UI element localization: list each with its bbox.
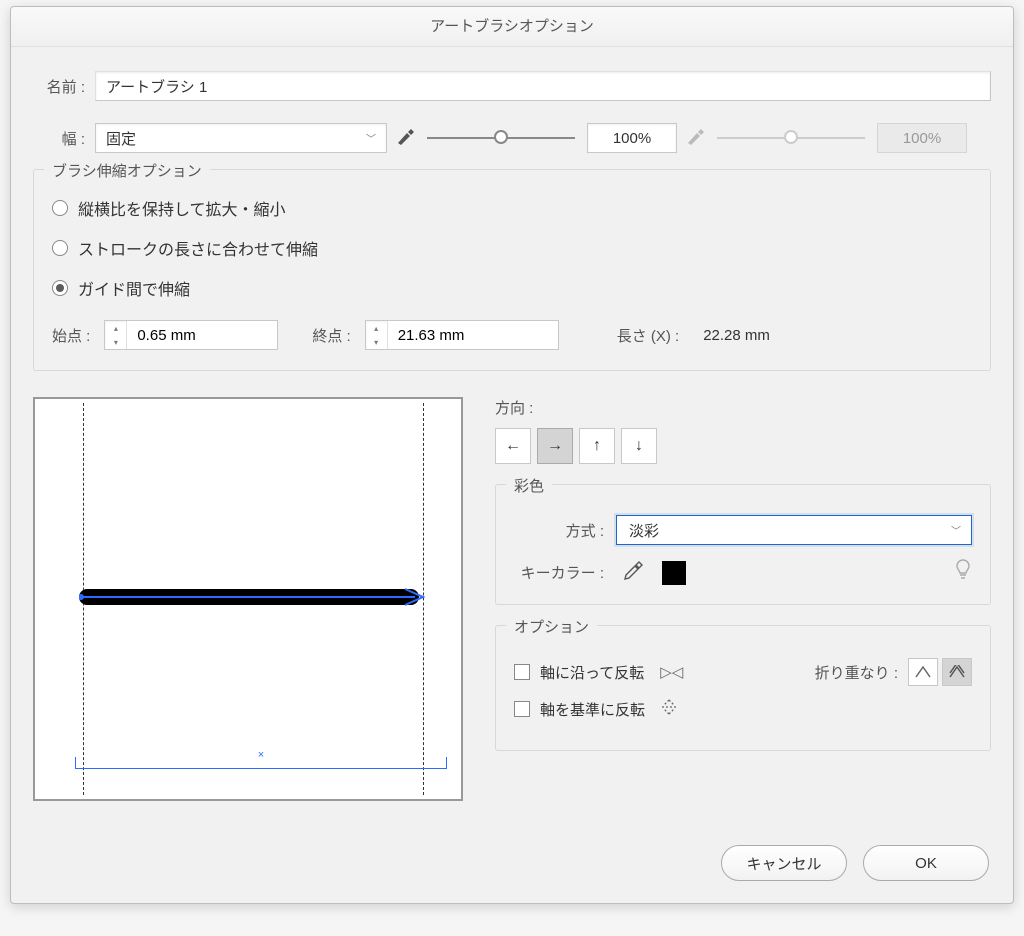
end-point-label: 終点 :: [312, 325, 350, 346]
flip-across-icon: [661, 698, 677, 720]
end-point-value[interactable]: [388, 321, 558, 349]
colorization-group: 彩色 方式 : 淡彩 ﹀ キーカラー :: [495, 484, 991, 605]
start-point-input[interactable]: ▴▾: [104, 320, 278, 350]
overlap-label: 折り重なり :: [815, 662, 898, 683]
direction-section: 方向 : ← → ↑ ↓: [495, 397, 991, 464]
flip-along-row: 軸に沿って反転 ▷◁ 折り重なり :: [514, 658, 972, 686]
width-row: 幅 : 固定 ﹀ 100%: [33, 123, 991, 153]
method-value: 淡彩: [629, 520, 659, 541]
radio-icon: [52, 200, 68, 216]
radio-proportional-label: 縦横比を保持して拡大・縮小: [78, 196, 286, 220]
direction-right-button[interactable]: →: [537, 428, 573, 464]
name-row: 名前 :: [33, 71, 991, 101]
width-slider-2-track: [717, 135, 865, 141]
method-row: 方式 : 淡彩 ﹀: [514, 515, 972, 545]
chevron-down-icon: ﹀: [366, 131, 376, 146]
key-color-label: キーカラー :: [514, 562, 604, 583]
start-point-value[interactable]: [127, 321, 277, 349]
colorization-method-select[interactable]: 淡彩 ﹀: [616, 515, 972, 545]
width-slider-2: 100%: [687, 123, 967, 153]
dialog-footer: キャンセル OK: [11, 821, 1013, 903]
chevron-down-icon: ﹀: [951, 523, 961, 538]
length-value: 22.28 mm: [703, 327, 770, 344]
radio-icon: [52, 280, 68, 296]
width-value-2: 100%: [877, 123, 967, 153]
lower-area: 方向 : ← → ↑ ↓ 彩色 方式 : 淡彩 ﹀: [33, 397, 991, 801]
key-color-swatch[interactable]: [662, 561, 686, 585]
name-input[interactable]: [95, 71, 991, 101]
scale-options-legend: ブラシ伸縮オプション: [44, 160, 210, 181]
end-point-input[interactable]: ▴▾: [365, 320, 559, 350]
direction-buttons: ← → ↑ ↓: [495, 428, 991, 464]
stepper-up-icon[interactable]: ▴: [366, 321, 387, 335]
brush-preview: [33, 397, 463, 801]
radio-icon: [52, 240, 68, 256]
direction-up-button[interactable]: ↑: [579, 428, 615, 464]
stepper-up-icon[interactable]: ▴: [105, 321, 126, 335]
direction-down-button[interactable]: ↓: [621, 428, 657, 464]
direction-label: 方向 :: [495, 397, 991, 418]
stepper-down-icon[interactable]: ▾: [105, 335, 126, 349]
scale-options-group: ブラシ伸縮オプション 縦横比を保持して拡大・縮小 ストロークの長さに合わせて伸縮…: [33, 169, 991, 371]
dialog-content: 名前 : 幅 : 固定 ﹀ 100%: [11, 47, 1013, 821]
cancel-button[interactable]: キャンセル: [721, 845, 847, 881]
width-label: 幅 :: [33, 128, 85, 149]
stepper-down-icon[interactable]: ▾: [366, 335, 387, 349]
overlap-none-button[interactable]: [908, 658, 938, 686]
radio-stretch-length-label: ストロークの長さに合わせて伸縮: [78, 236, 318, 260]
options-group: オプション 軸に沿って反転 ▷◁ 折り重なり :: [495, 625, 991, 751]
points-row: 始点 : ▴▾ 終点 : ▴▾ 長さ (X) : 22.28 mm: [52, 320, 972, 350]
width-slider-1-track[interactable]: [427, 135, 575, 141]
overlap-buttons: [908, 658, 972, 686]
width-value-1[interactable]: 100%: [587, 123, 677, 153]
flip-along-checkbox[interactable]: [514, 664, 530, 680]
radio-stretch-guides[interactable]: ガイド間で伸縮: [52, 276, 972, 300]
colorization-legend: 彩色: [506, 475, 552, 496]
flip-across-checkbox[interactable]: [514, 701, 530, 717]
pen-icon: [687, 129, 705, 148]
width-slider-1: 100%: [397, 123, 677, 153]
width-mode-value: 固定: [106, 128, 136, 149]
overlap-join-button[interactable]: [942, 658, 972, 686]
dialog-title: アートブラシオプション: [11, 7, 1013, 47]
flip-across-row: 軸を基準に反転: [514, 698, 972, 720]
pen-icon: [397, 129, 415, 148]
direction-left-button[interactable]: ←: [495, 428, 531, 464]
length-label: 長さ (X) :: [617, 325, 680, 346]
slider-thumb: [784, 130, 798, 144]
method-label: 方式 :: [514, 520, 604, 541]
length-marker: [75, 757, 447, 769]
options-legend: オプション: [506, 616, 597, 637]
flip-along-icon: ▷◁: [660, 663, 683, 681]
key-color-row: キーカラー :: [514, 559, 972, 586]
radio-stretch-length[interactable]: ストロークの長さに合わせて伸縮: [52, 236, 972, 260]
name-label: 名前 :: [33, 76, 85, 97]
direction-arrow-icon: [79, 585, 425, 609]
lightbulb-icon[interactable]: [954, 559, 972, 586]
start-point-label: 始点 :: [52, 325, 90, 346]
width-mode-select[interactable]: 固定 ﹀: [95, 123, 387, 153]
art-brush-options-dialog: アートブラシオプション 名前 : 幅 : 固定 ﹀ 100%: [10, 6, 1014, 904]
flip-along-label: 軸に沿って反転: [540, 662, 644, 683]
radio-proportional[interactable]: 縦横比を保持して拡大・縮小: [52, 196, 972, 220]
eyedropper-icon[interactable]: [622, 560, 644, 585]
ok-button[interactable]: OK: [863, 845, 989, 881]
right-column: 方向 : ← → ↑ ↓ 彩色 方式 : 淡彩 ﹀: [495, 397, 991, 801]
slider-thumb[interactable]: [494, 130, 508, 144]
flip-across-label: 軸を基準に反転: [540, 699, 645, 720]
radio-stretch-guides-label: ガイド間で伸縮: [78, 276, 190, 300]
